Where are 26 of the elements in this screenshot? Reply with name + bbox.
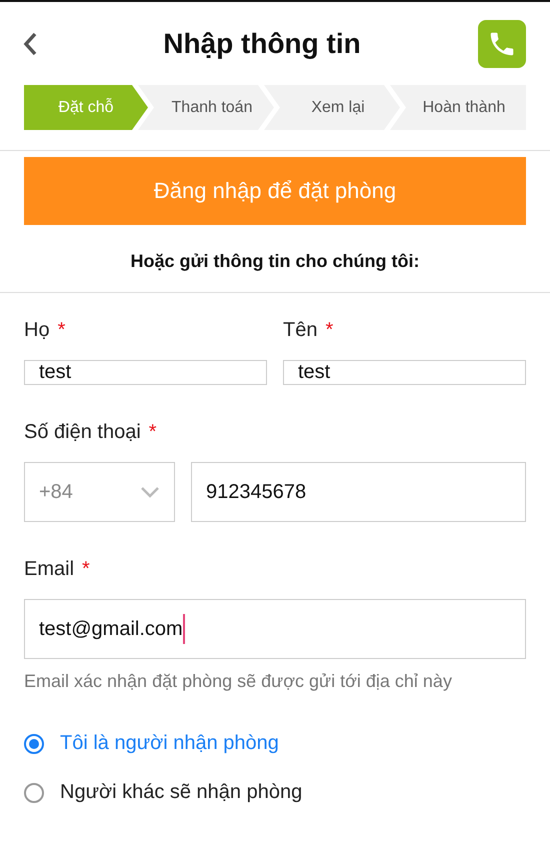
step-tab[interactable]: Hoàn thành (390, 85, 526, 130)
step-tab[interactable]: Xem lại (264, 85, 400, 130)
radio-button[interactable] (24, 734, 44, 754)
call-button[interactable] (478, 20, 526, 68)
email-hint: Email xác nhận đặt phòng sẽ được gửi tới địa chỉ này (24, 671, 453, 692)
radio-label[interactable]: Tôi là người nhận phòng (60, 732, 279, 755)
step-tab[interactable]: Thanh toán (138, 85, 274, 130)
input-field[interactable]: test (24, 360, 267, 385)
input-field[interactable]: test (283, 360, 526, 385)
email-input-field[interactable]: test@gmail.com (24, 599, 526, 659)
chevron-down-icon (140, 486, 160, 498)
field-label: Tên (283, 319, 318, 342)
required-mark: * (148, 421, 157, 444)
country-code-dropdown[interactable]: +84 (24, 462, 175, 522)
field-label: Họ (24, 319, 50, 342)
page-title: Nhập thông tin (163, 28, 361, 60)
required-mark: * (325, 319, 334, 342)
required-mark: * (82, 558, 90, 581)
required-mark: * (58, 319, 66, 342)
radio-label[interactable]: Người khác sẽ nhận phòng (60, 781, 302, 804)
back-icon (22, 30, 38, 56)
section-subtitle: Hoặc gửi thông tin cho chúng tôi: (130, 250, 420, 273)
phone-input-field[interactable]: 912345678 (191, 462, 526, 522)
field-label: Email (24, 558, 74, 581)
field-label: Số điện thoại (24, 421, 141, 444)
radio-button[interactable] (24, 782, 44, 802)
